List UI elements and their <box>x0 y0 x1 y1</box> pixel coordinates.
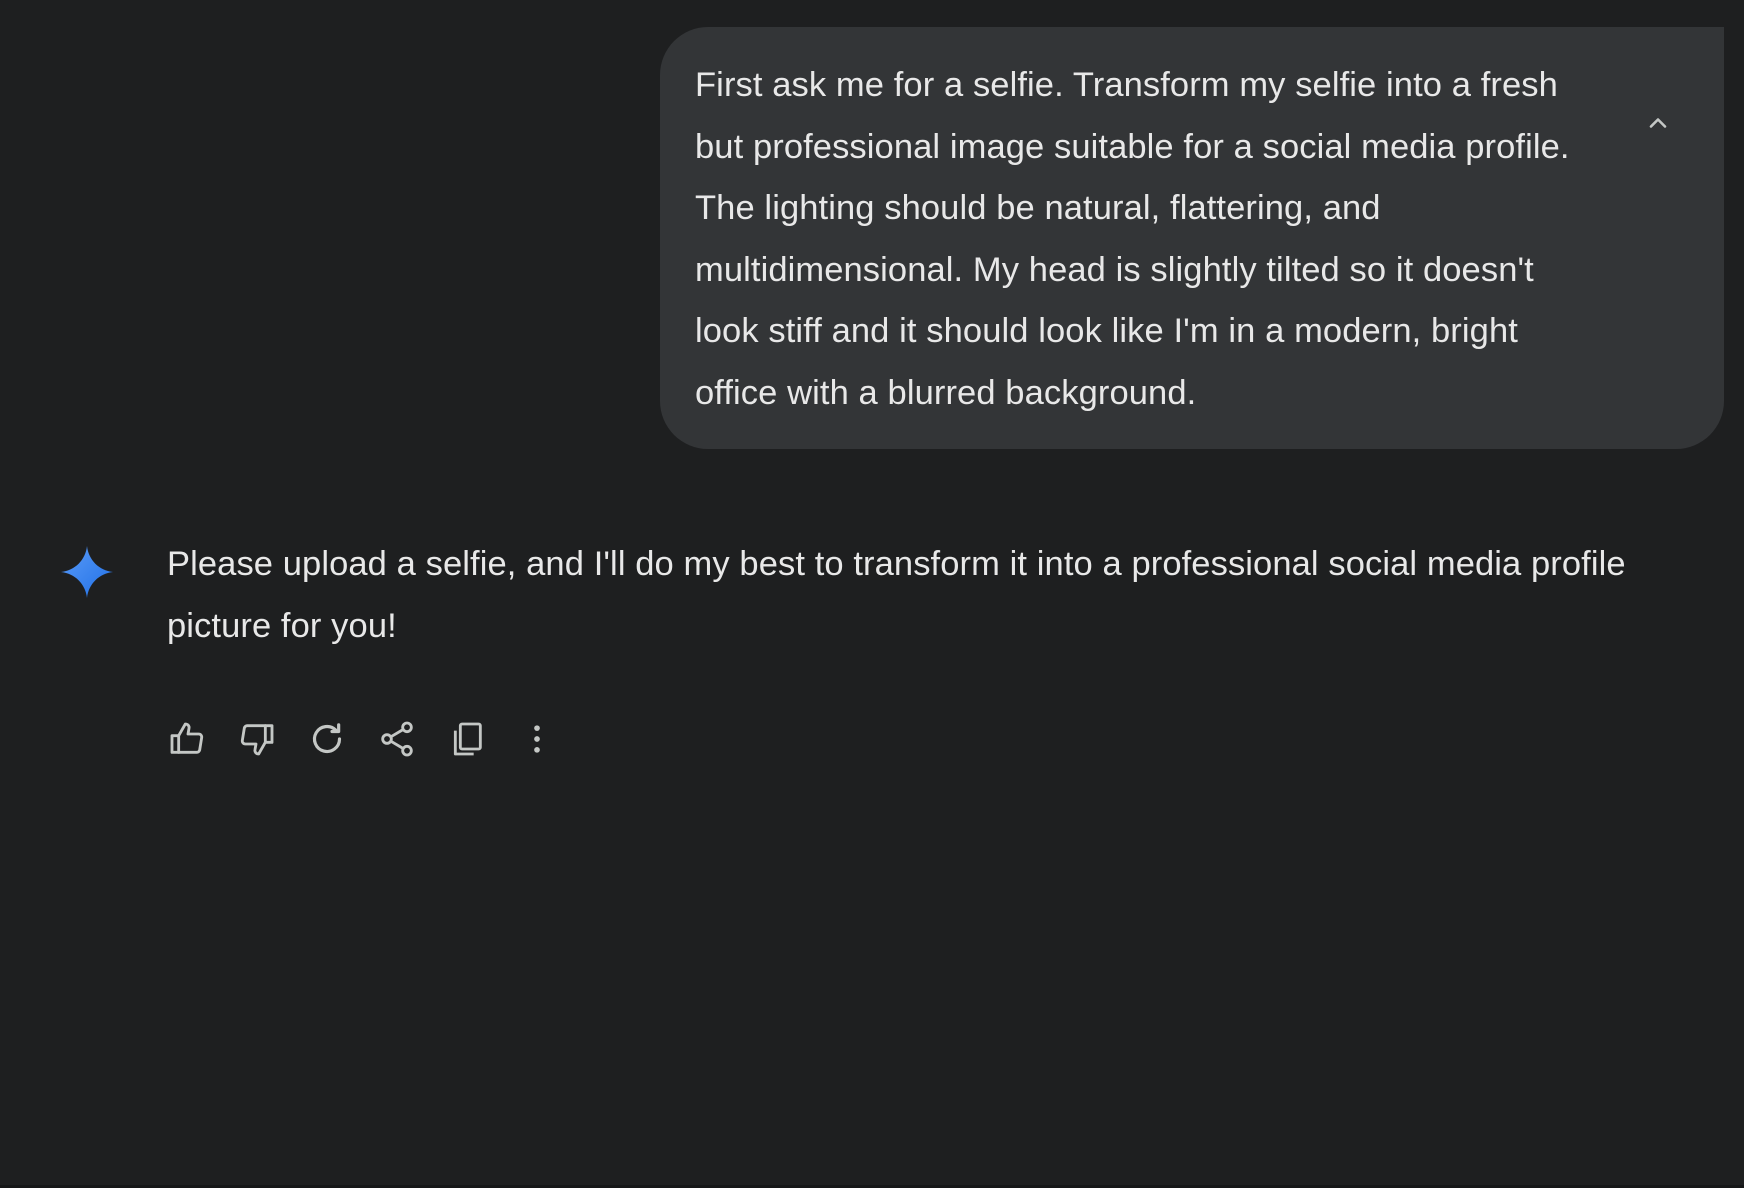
thumbs-down-button[interactable] <box>232 714 282 764</box>
thumbs-up-button[interactable] <box>162 714 212 764</box>
share-button[interactable] <box>372 714 422 764</box>
thumbs-up-icon <box>170 722 204 754</box>
assistant-response-text: Please upload a selfie, and I'll do my b… <box>167 545 1626 645</box>
copy-icon <box>453 722 482 756</box>
refresh-icon <box>312 723 342 754</box>
thumbs-down-icon <box>240 724 274 756</box>
gemini-sparkle-icon <box>61 546 113 598</box>
response-actions-toolbar <box>162 714 582 764</box>
copy-button[interactable] <box>442 714 492 764</box>
user-message-bubble: First ask me for a selfie. Transform my … <box>660 27 1724 449</box>
more-options-button[interactable] <box>512 714 562 764</box>
more-vert-icon <box>534 725 540 753</box>
collapse-message-button[interactable] <box>1638 103 1678 143</box>
user-message-text: First ask me for a selfie. Transform my … <box>695 66 1570 412</box>
chat-page: First ask me for a selfie. Transform my … <box>0 0 1744 1188</box>
chevron-up-icon <box>1649 118 1667 128</box>
share-icon <box>381 721 413 757</box>
assistant-response: Please upload a selfie, and I'll do my b… <box>167 545 1707 657</box>
regenerate-button[interactable] <box>302 714 352 764</box>
